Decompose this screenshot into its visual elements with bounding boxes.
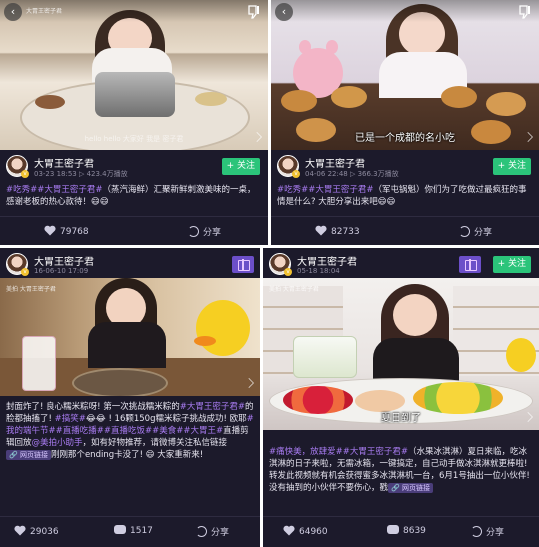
share-icon: [196, 526, 207, 537]
post-meta: 16-06-10 17:09: [34, 267, 89, 275]
heart-icon: [283, 525, 295, 536]
share-label: 分享: [203, 228, 222, 238]
post-description: #吃秀##大胃王密子君#（蒸汽海鲜）汇聚新鲜刺激美味的一桌，感谢老板的热心款待！…: [6, 184, 262, 208]
author-row: v 大胃王密子君 04-06 22:48 ▷ 366.3万播放 + 关注: [271, 152, 539, 182]
follow-button[interactable]: + 关注: [492, 256, 531, 273]
action-bar: 82733 分享: [271, 216, 539, 245]
comment-button[interactable]: 1517: [114, 520, 153, 536]
heart-icon: [14, 525, 26, 536]
heart-icon: [44, 225, 56, 236]
author-row: v 大胃王密子君 03-23 18:53 ▷ 423.4万播放 + 关注: [0, 152, 268, 182]
post-description: 封面炸了! 良心糯米粽呀! 第一次挑战糯米粽的#大胃王密子君#的脸都抽搐了! #…: [6, 401, 254, 461]
comment-icon: [114, 520, 126, 534]
video-card-3[interactable]: v 大胃王密子君 16-06-10 17:09 美拍 大胃王密子君 封面炸了! …: [0, 248, 260, 547]
author-row: v 大胃王密子君 16-06-10 17:09: [0, 250, 260, 280]
hashtag[interactable]: #吃秀##大胃王密子君#: [277, 185, 374, 195]
video-thumbnail[interactable]: 美拍 大胃王密子君 夏日到了: [263, 278, 539, 430]
hashtag[interactable]: #大胃王#: [183, 426, 223, 436]
web-link[interactable]: 🔗 网页链接: [388, 483, 433, 493]
heart-icon: [315, 225, 327, 236]
web-link[interactable]: 🔗 网页链接: [6, 450, 51, 460]
video-thumbnail[interactable]: ‹ 大胃王密子君 hello hello 大家好 我是 密子君: [0, 0, 268, 150]
action-bar: 64960 8639 分享: [263, 516, 539, 546]
video-thumbnail[interactable]: ‹ 已是一个成都的名小吃: [271, 0, 539, 150]
dislike-icon[interactable]: [519, 5, 531, 19]
description-text: 刚刚那个ending卡没了! 😄 大家重新来!: [50, 450, 204, 460]
like-count: 64960: [299, 527, 328, 537]
back-button[interactable]: ‹: [275, 3, 293, 21]
video-card-2[interactable]: ‹ 已是一个成都的名小吃 v 大胃王密子君 04-06 22:48 ▷ 366.…: [271, 0, 539, 245]
mention[interactable]: @美拍小助手: [32, 438, 83, 448]
share-button[interactable]: 分享: [196, 525, 229, 538]
like-count: 79768: [60, 227, 89, 237]
hashtag[interactable]: #大胃王密子君#: [180, 402, 245, 412]
verified-icon: v: [21, 268, 29, 276]
post-meta: 03-23 18:53 ▷ 423.4万播放: [34, 170, 128, 178]
verified-icon: v: [292, 170, 300, 178]
comment-button[interactable]: 8639: [387, 520, 426, 536]
watermark: 大胃王密子君: [26, 8, 63, 15]
author-name[interactable]: 大胃王密子君: [305, 155, 365, 170]
like-count: 29036: [30, 527, 59, 537]
action-bar: 79768 分享: [0, 216, 268, 245]
watermark: 美拍 大胃王密子君: [6, 286, 56, 293]
like-button[interactable]: 82733: [315, 225, 360, 237]
share-button[interactable]: 分享: [459, 225, 492, 238]
share-icon: [459, 226, 470, 237]
post-description: #吃秀##大胃王密子君#（军屯锅魁）你们为了吃做过最疯狂的事情是什么? 大胆分享…: [277, 184, 533, 208]
action-bar: 29036 1517 分享: [0, 516, 260, 546]
video-thumbnail[interactable]: 美拍 大胃王密子君: [0, 278, 260, 396]
like-button[interactable]: 79768: [44, 225, 89, 237]
comment-count: 8639: [403, 526, 426, 536]
follow-button[interactable]: + 关注: [492, 158, 531, 175]
hashtag[interactable]: #痛快美，放肆爱##大胃王密子君#: [269, 447, 408, 457]
video-caption: hello hello 大家好 我是 密子君: [84, 135, 184, 143]
post-meta: 05-18 18:04: [297, 267, 340, 275]
like-button[interactable]: 64960: [283, 525, 328, 537]
like-button[interactable]: 29036: [14, 525, 59, 537]
hashtag[interactable]: #吃秀##大胃王密子君#: [6, 185, 103, 195]
like-count: 82733: [331, 227, 360, 237]
share-label: 分享: [474, 228, 493, 238]
video-subtitle: 夏日到了: [381, 413, 421, 424]
description-text: ，如有好物推荐，请微博关注私信链接: [82, 438, 228, 448]
comment-icon: [387, 520, 399, 534]
description-text: 封面炸了! 良心糯米粽呀! 第一次挑战糯米粽的: [6, 402, 180, 412]
author-name[interactable]: 大胃王密子君: [34, 155, 94, 170]
author-row: v 大胃王密子君 05-18 18:04 + 关注: [263, 250, 539, 280]
gift-button[interactable]: [459, 256, 481, 273]
post-description: #痛快美，放肆爱##大胃王密子君#（水果冰淇淋）夏日来临，吃冰淇淋的日子来啦，无…: [269, 446, 533, 494]
author-name[interactable]: 大胃王密子君: [34, 253, 94, 268]
share-button[interactable]: 分享: [188, 225, 221, 238]
video-card-4[interactable]: v 大胃王密子君 05-18 18:04 + 关注 美拍 大胃王密子君 夏日到了…: [263, 248, 539, 547]
comment-count: 1517: [130, 526, 153, 536]
back-button[interactable]: ‹: [4, 3, 22, 21]
share-label: 分享: [211, 528, 230, 538]
follow-button[interactable]: + 关注: [221, 158, 260, 175]
hashtag[interactable]: #搞笑#: [55, 414, 86, 424]
verified-icon: v: [284, 268, 292, 276]
verified-icon: v: [21, 170, 29, 178]
video-subtitle: 已是一个成都的名小吃: [355, 133, 455, 144]
share-icon: [188, 226, 199, 237]
description-text: 😂😂 ! 16颗150g糯米粽子挑战成功! 欧耶: [85, 414, 247, 424]
share-icon: [471, 526, 482, 537]
author-name[interactable]: 大胃王密子君: [297, 253, 357, 268]
video-card-1[interactable]: ‹ 大胃王密子君 hello hello 大家好 我是 密子君 v 大胃王密子君…: [0, 0, 268, 245]
watermark: 美拍 大胃王密子君: [269, 286, 319, 293]
gift-button[interactable]: [232, 256, 254, 273]
post-meta: 04-06 22:48 ▷ 366.3万播放: [305, 170, 399, 178]
dislike-icon[interactable]: [248, 5, 260, 19]
share-label: 分享: [486, 528, 505, 538]
share-button[interactable]: 分享: [471, 525, 504, 538]
